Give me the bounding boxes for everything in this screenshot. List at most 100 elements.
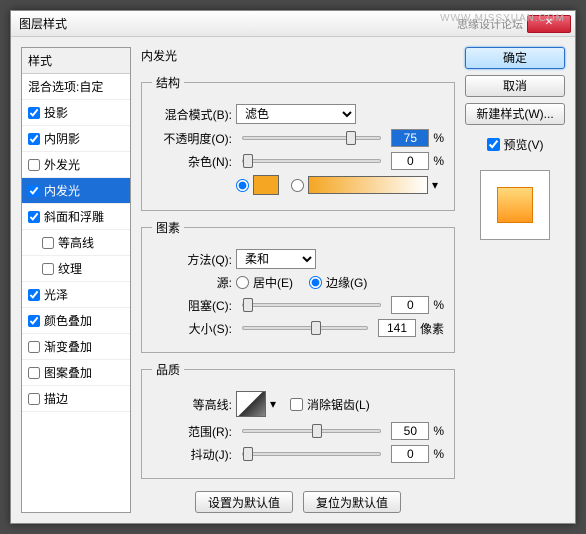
range-slider[interactable] [242, 429, 381, 433]
style-item[interactable]: 斜面和浮雕 [22, 204, 130, 230]
window-title: 图层样式 [19, 15, 67, 32]
source-edge-radio[interactable] [309, 276, 322, 289]
choke-input[interactable] [391, 296, 429, 314]
blend-mode-label: 混合模式(B): [152, 106, 232, 123]
style-checkbox[interactable] [28, 211, 40, 223]
style-checkbox[interactable] [28, 393, 40, 405]
jitter-input[interactable] [391, 445, 429, 463]
range-unit: % [433, 424, 444, 438]
contour-label: 等高线: [152, 396, 232, 413]
style-item[interactable]: 光泽 [22, 282, 130, 308]
structure-group: 结构 混合模式(B): 滤色 不透明度(O): % 杂色(N): % [141, 74, 455, 211]
antialias-label: 消除锯齿(L) [307, 396, 370, 413]
gradient-swatch[interactable] [308, 176, 428, 194]
opacity-slider[interactable] [242, 136, 381, 140]
preview-label: 预览(V) [504, 136, 544, 153]
quality-group: 品质 等高线: ▾ 消除锯齿(L) 范围(R): % 抖动(J): [141, 361, 455, 479]
blending-options[interactable]: 混合选项:自定 [22, 74, 130, 100]
preview-swatch [497, 187, 533, 223]
jitter-unit: % [433, 447, 444, 461]
contour-picker[interactable] [236, 391, 266, 417]
size-input[interactable] [378, 319, 416, 337]
contour-dropdown-icon[interactable]: ▾ [270, 397, 276, 411]
gradient-radio[interactable] [291, 179, 304, 192]
style-label: 渐变叠加 [44, 338, 92, 355]
size-unit: 像素 [420, 320, 444, 337]
style-item[interactable]: 颜色叠加 [22, 308, 130, 334]
styles-list: 样式 混合选项:自定 投影内阴影外发光内发光斜面和浮雕等高线纹理光泽颜色叠加渐变… [21, 47, 131, 513]
range-input[interactable] [391, 422, 429, 440]
choke-slider[interactable] [242, 303, 381, 307]
style-item[interactable]: 外发光 [22, 152, 130, 178]
opacity-input[interactable] [391, 129, 429, 147]
blend-mode-select[interactable]: 滤色 [236, 104, 356, 124]
style-label: 外发光 [44, 156, 80, 173]
make-default-button[interactable]: 设置为默认值 [195, 491, 293, 513]
style-checkbox[interactable] [42, 237, 54, 249]
panel-title: 内发光 [141, 47, 455, 64]
size-slider[interactable] [242, 326, 368, 330]
opacity-label: 不透明度(O): [152, 130, 232, 147]
range-label: 范围(R): [152, 423, 232, 440]
watermark: WWW.MISSYUAN.COM [440, 13, 565, 24]
elements-group: 图素 方法(Q): 柔和 源: 居中(E) 边缘(G) 阻塞(C): % [141, 219, 455, 353]
style-checkbox[interactable] [28, 289, 40, 301]
layer-style-dialog: 图层样式 思缘设计论坛 WWW.MISSYUAN.COM 样式 混合选项:自定 … [10, 10, 576, 524]
style-checkbox[interactable] [28, 315, 40, 327]
color-radio[interactable] [236, 179, 249, 192]
settings-panel: 内发光 结构 混合模式(B): 滤色 不透明度(O): % 杂色(N): [141, 47, 455, 513]
titlebar: 图层样式 思缘设计论坛 WWW.MISSYUAN.COM [11, 11, 575, 37]
jitter-label: 抖动(J): [152, 446, 232, 463]
style-item[interactable]: 图案叠加 [22, 360, 130, 386]
style-checkbox[interactable] [28, 185, 40, 197]
style-item[interactable]: 渐变叠加 [22, 334, 130, 360]
technique-label: 方法(Q): [152, 251, 232, 268]
cancel-button[interactable]: 取消 [465, 75, 565, 97]
new-style-button[interactable]: 新建样式(W)... [465, 103, 565, 125]
technique-select[interactable]: 柔和 [236, 249, 316, 269]
color-swatch[interactable] [253, 175, 279, 195]
source-edge-label: 边缘(G) [326, 274, 367, 291]
style-label: 光泽 [44, 286, 68, 303]
structure-legend: 结构 [152, 74, 184, 91]
style-checkbox[interactable] [28, 159, 40, 171]
style-label: 颜色叠加 [44, 312, 92, 329]
style-checkbox[interactable] [28, 133, 40, 145]
action-panel: 确定 取消 新建样式(W)... 预览(V) [465, 47, 565, 513]
style-item[interactable]: 等高线 [22, 230, 130, 256]
style-item[interactable]: 描边 [22, 386, 130, 412]
style-label: 图案叠加 [44, 364, 92, 381]
noise-input[interactable] [391, 152, 429, 170]
style-label: 内发光 [44, 182, 80, 199]
antialias-checkbox[interactable] [290, 398, 303, 411]
noise-unit: % [433, 154, 444, 168]
style-label: 斜面和浮雕 [44, 208, 104, 225]
noise-slider[interactable] [242, 159, 381, 163]
style-checkbox[interactable] [28, 107, 40, 119]
jitter-slider[interactable] [242, 452, 381, 456]
style-label: 内阴影 [44, 130, 80, 147]
choke-label: 阻塞(C): [152, 297, 232, 314]
source-center-label: 居中(E) [253, 274, 293, 291]
style-checkbox[interactable] [28, 367, 40, 379]
style-label: 描边 [44, 390, 68, 407]
quality-legend: 品质 [152, 361, 184, 378]
gradient-dropdown-icon[interactable]: ▾ [432, 178, 438, 192]
style-label: 纹理 [58, 260, 82, 277]
noise-label: 杂色(N): [152, 153, 232, 170]
ok-button[interactable]: 确定 [465, 47, 565, 69]
style-item[interactable]: 内发光 [22, 178, 130, 204]
style-checkbox[interactable] [42, 263, 54, 275]
style-item[interactable]: 投影 [22, 100, 130, 126]
style-label: 投影 [44, 104, 68, 121]
opacity-unit: % [433, 131, 444, 145]
styles-header: 样式 [22, 48, 130, 74]
style-item[interactable]: 内阴影 [22, 126, 130, 152]
source-center-radio[interactable] [236, 276, 249, 289]
preview-checkbox[interactable] [487, 138, 500, 151]
style-label: 等高线 [58, 234, 94, 251]
style-item[interactable]: 纹理 [22, 256, 130, 282]
style-checkbox[interactable] [28, 341, 40, 353]
preview-box [480, 170, 550, 240]
reset-default-button[interactable]: 复位为默认值 [303, 491, 401, 513]
